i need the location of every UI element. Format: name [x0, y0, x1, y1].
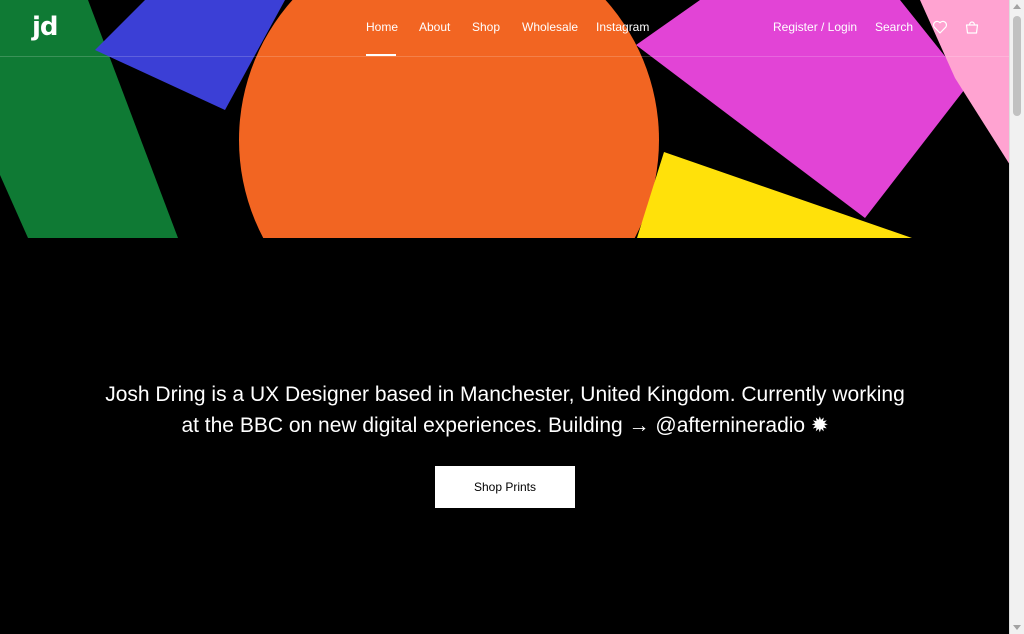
- scroll-up-icon[interactable]: [1013, 4, 1021, 9]
- nav-about[interactable]: About: [419, 20, 450, 34]
- nav-home[interactable]: Home: [366, 20, 398, 34]
- register-login-link[interactable]: Register / Login: [773, 20, 857, 34]
- nav-instagram[interactable]: Instagram: [596, 20, 649, 34]
- intro-text: Josh Dring is a UX Designer based in Man…: [105, 383, 905, 437]
- search-link[interactable]: Search: [875, 20, 913, 34]
- site-logo[interactable]: jd: [32, 12, 59, 42]
- active-nav-indicator: [366, 54, 396, 56]
- heart-icon[interactable]: [932, 19, 948, 35]
- scrollbar-thumb[interactable]: [1013, 16, 1021, 116]
- site-header: jd Home About Shop Wholesale Instagram R…: [0, 0, 1010, 57]
- scroll-down-icon[interactable]: [1013, 625, 1021, 630]
- nav-shop[interactable]: Shop: [472, 20, 500, 34]
- shop-prints-button[interactable]: Shop Prints: [435, 466, 575, 508]
- scrollbar[interactable]: [1009, 0, 1024, 634]
- nav-wholesale[interactable]: Wholesale: [522, 20, 578, 34]
- shopping-bag-icon[interactable]: [964, 19, 980, 35]
